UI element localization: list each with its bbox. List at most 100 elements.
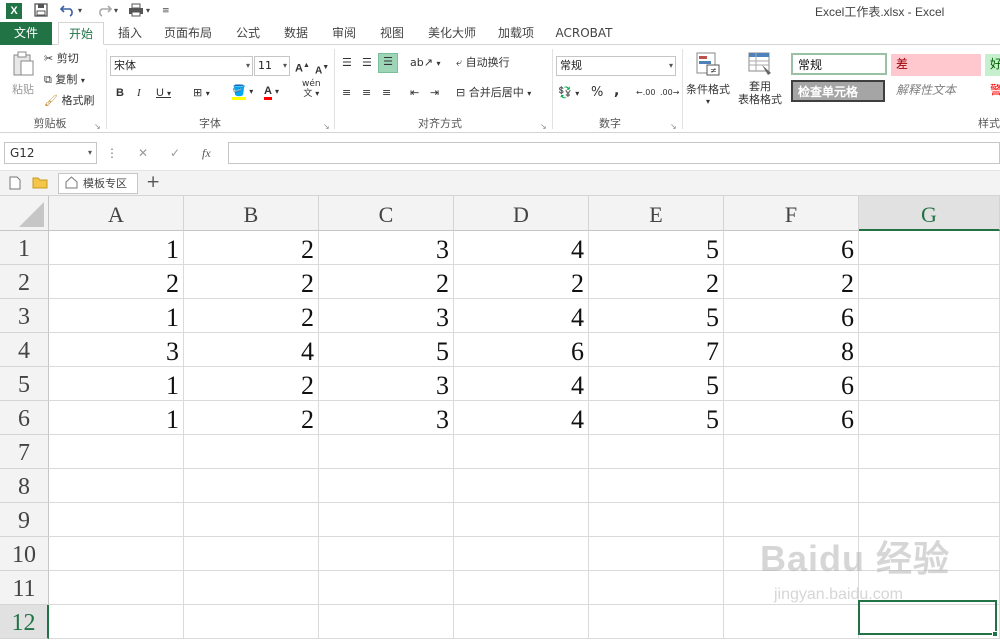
cell-g6[interactable]	[859, 401, 1000, 435]
cancel-icon[interactable]: ✕	[138, 146, 148, 160]
phonetic-button[interactable]: wén 文 ▾	[302, 79, 321, 99]
cell-a9[interactable]	[49, 503, 184, 537]
cell-e12[interactable]	[589, 605, 724, 639]
save-icon[interactable]	[34, 3, 48, 19]
tab-formulas[interactable]: 公式	[228, 22, 268, 45]
conditional-formatting-button[interactable]: ≠ 条件格式 ▾	[686, 51, 730, 106]
cell-d3[interactable]: 4	[454, 299, 589, 333]
cell-c2[interactable]: 2	[319, 265, 454, 299]
cell-f8[interactable]	[724, 469, 859, 503]
column-header-b[interactable]: B	[184, 196, 319, 231]
cell-f6[interactable]: 6	[724, 401, 859, 435]
select-all-corner[interactable]	[0, 196, 49, 231]
align-middle-button[interactable]: ☰	[362, 55, 372, 71]
cell-d10[interactable]	[454, 537, 589, 571]
decrease-indent-button[interactable]: ⇤	[410, 85, 419, 101]
name-box[interactable]: G12 ▾	[4, 142, 97, 164]
cell-b4[interactable]: 4	[184, 333, 319, 367]
cell-a7[interactable]	[49, 435, 184, 469]
cell-a3[interactable]: 1	[49, 299, 184, 333]
cell-f11[interactable]	[724, 571, 859, 605]
cell-a10[interactable]	[49, 537, 184, 571]
column-header-f[interactable]: F	[724, 196, 859, 231]
cell-c7[interactable]	[319, 435, 454, 469]
format-painter-button[interactable]: 🖌 格式刷	[44, 93, 94, 109]
cell-c3[interactable]: 3	[319, 299, 454, 333]
fill-color-button[interactable]: 🪣 ▾	[232, 83, 253, 100]
percent-button[interactable]: %	[591, 85, 603, 101]
cell-f2[interactable]: 2	[724, 265, 859, 299]
row-header-8[interactable]: 8	[0, 469, 49, 503]
align-top-button[interactable]: ☰	[342, 55, 352, 71]
cell-e2[interactable]: 2	[589, 265, 724, 299]
align-bottom-button[interactable]: ☰	[378, 53, 398, 73]
cell-e6[interactable]: 5	[589, 401, 724, 435]
style-good[interactable]: 好	[985, 54, 1000, 76]
cell-b9[interactable]	[184, 503, 319, 537]
new-file-icon[interactable]	[9, 176, 21, 193]
cell-c6[interactable]: 3	[319, 401, 454, 435]
align-left-button[interactable]: ≡	[342, 85, 351, 101]
cell-c4[interactable]: 5	[319, 333, 454, 367]
cell-b8[interactable]	[184, 469, 319, 503]
cell-e5[interactable]: 5	[589, 367, 724, 401]
cell-g8[interactable]	[859, 469, 1000, 503]
cell-a2[interactable]: 2	[49, 265, 184, 299]
copy-button[interactable]: ⧉ 复制 ▾	[44, 72, 85, 89]
wrap-text-button[interactable]: ⤶ 自动换行	[456, 55, 510, 71]
paste-button[interactable]: 粘贴	[8, 51, 38, 98]
redo-dropdown-icon[interactable]: ▾	[114, 3, 118, 19]
number-format-combo[interactable]: 常规 ▾	[556, 56, 676, 76]
cell-g4[interactable]	[859, 333, 1000, 367]
cell-f12[interactable]	[724, 605, 859, 639]
column-header-a[interactable]: A	[49, 196, 184, 231]
cell-e7[interactable]	[589, 435, 724, 469]
cell-f7[interactable]	[724, 435, 859, 469]
font-name-combo[interactable]: 宋体 ▾	[110, 56, 253, 76]
cell-b11[interactable]	[184, 571, 319, 605]
fill-handle[interactable]	[992, 631, 998, 637]
cell-g1[interactable]	[859, 231, 1000, 265]
cell-e11[interactable]	[589, 571, 724, 605]
tab-home[interactable]: 开始	[58, 22, 104, 45]
cell-c12[interactable]	[319, 605, 454, 639]
bold-button[interactable]: B	[116, 85, 124, 101]
undo-dropdown-icon[interactable]: ▾	[78, 3, 82, 19]
cell-g9[interactable]	[859, 503, 1000, 537]
undo-icon[interactable]	[59, 3, 76, 19]
cell-a6[interactable]: 1	[49, 401, 184, 435]
style-normal[interactable]: 常规	[791, 53, 887, 75]
row-header-4[interactable]: 4	[0, 333, 49, 367]
column-header-e[interactable]: E	[589, 196, 724, 231]
cell-e1[interactable]: 5	[589, 231, 724, 265]
cell-c11[interactable]	[319, 571, 454, 605]
tab-beautify[interactable]: 美化大师	[424, 22, 480, 45]
row-header-2[interactable]: 2	[0, 265, 49, 299]
font-color-button[interactable]: A ▾	[264, 83, 279, 100]
merge-center-button[interactable]: ⊟ 合并后居中 ▾	[456, 85, 531, 102]
column-header-d[interactable]: D	[454, 196, 589, 231]
tab-data[interactable]: 数据	[276, 22, 316, 45]
cell-g5[interactable]	[859, 367, 1000, 401]
cell-e8[interactable]	[589, 469, 724, 503]
row-header-12[interactable]: 12	[0, 605, 49, 639]
cell-d2[interactable]: 2	[454, 265, 589, 299]
tab-page-layout[interactable]: 页面布局	[160, 22, 216, 45]
cell-b6[interactable]: 2	[184, 401, 319, 435]
cell-d6[interactable]: 4	[454, 401, 589, 435]
row-header-11[interactable]: 11	[0, 571, 49, 605]
cell-b3[interactable]: 2	[184, 299, 319, 333]
cell-c8[interactable]	[319, 469, 454, 503]
cell-a4[interactable]: 3	[49, 333, 184, 367]
cell-g7[interactable]	[859, 435, 1000, 469]
format-as-table-button[interactable]: 套用 表格格式	[734, 51, 786, 106]
cell-c5[interactable]: 3	[319, 367, 454, 401]
cell-f10[interactable]	[724, 537, 859, 571]
underline-button[interactable]: U ▾	[156, 85, 171, 102]
borders-button[interactable]: ⊞ ▾	[193, 85, 210, 102]
cell-c9[interactable]	[319, 503, 454, 537]
tab-insert[interactable]: 插入	[110, 22, 150, 45]
tab-file[interactable]: 文件	[0, 22, 52, 45]
insert-function-icon[interactable]: fx	[202, 146, 211, 161]
cell-b10[interactable]	[184, 537, 319, 571]
